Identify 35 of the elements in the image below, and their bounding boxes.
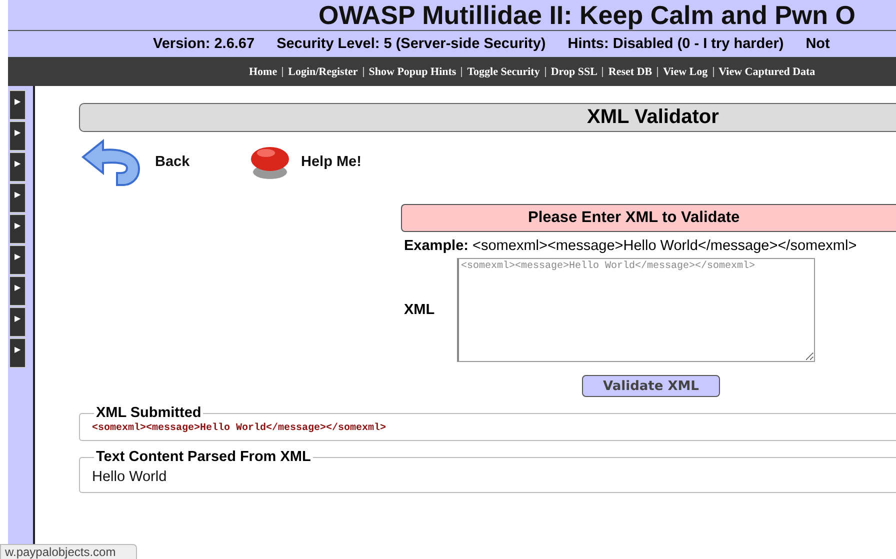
sidebar-expand-button[interactable]: ▶ xyxy=(9,121,26,151)
nav-link[interactable]: View Captured Data xyxy=(718,66,816,78)
nav-link[interactable]: View Log xyxy=(663,66,708,78)
sidebar-expand-button[interactable]: ▶ xyxy=(9,338,26,368)
example-text: Example: <somexml><message>Hello World</message></somexml> xyxy=(404,238,858,254)
site-title: OWASP Mutillidae II: Keep Calm and Pwn O xyxy=(318,0,856,30)
info-text: Version: 2.6.67 xyxy=(153,36,255,52)
page-title: XML Validator xyxy=(79,103,896,132)
sidebar-expand-button[interactable]: ▶ xyxy=(9,152,26,182)
nav-link[interactable]: Show Popup Hints xyxy=(368,66,456,78)
help-link[interactable]: Help Me! xyxy=(249,143,419,181)
nav-link[interactable]: Login/Register xyxy=(288,66,358,78)
submitted-xml-text: <somexml><message>Hello World</message></somexml> xyxy=(92,423,388,434)
sidebar-expand-button[interactable]: ▶ xyxy=(9,276,26,306)
info-text: Security Level: 5 (Server-side Security) xyxy=(276,36,546,52)
sidebar-expand-button[interactable]: ▶ xyxy=(9,307,26,337)
nav-link[interactable]: Drop SSL xyxy=(550,66,598,78)
validate-xml-button[interactable]: Validate XML xyxy=(582,375,720,397)
info-text: Hints: Disabled (0 - I try harder) xyxy=(568,36,784,52)
panel-legend: Text Content Parsed From XML xyxy=(94,449,313,465)
sidebar-expand-button[interactable]: ▶ xyxy=(9,245,26,275)
info-text: Not xyxy=(806,36,830,52)
xml-input-field[interactable]: <somexml><message>Hello World</message></somexml> xyxy=(457,258,815,362)
nav-link[interactable]: Reset DB xyxy=(608,66,652,78)
sidebar-expand-button[interactable]: ▶ xyxy=(9,183,26,213)
nav-link[interactable]: Toggle Security xyxy=(467,66,540,78)
back-link[interactable]: Back xyxy=(79,137,249,187)
sidebar-expand-button[interactable]: ▶ xyxy=(9,90,26,120)
form-heading: Please Enter XML to Validate xyxy=(401,204,896,232)
parsed-text: Hello World xyxy=(92,469,168,485)
xml-label: XML xyxy=(404,302,436,318)
panel-legend: XML Submitted xyxy=(94,405,204,421)
sidebar-expand-button[interactable]: ▶ xyxy=(9,214,26,244)
nav-link[interactable]: Home xyxy=(249,66,278,78)
status-bar-url: w.paypalobjects.com xyxy=(0,544,137,559)
